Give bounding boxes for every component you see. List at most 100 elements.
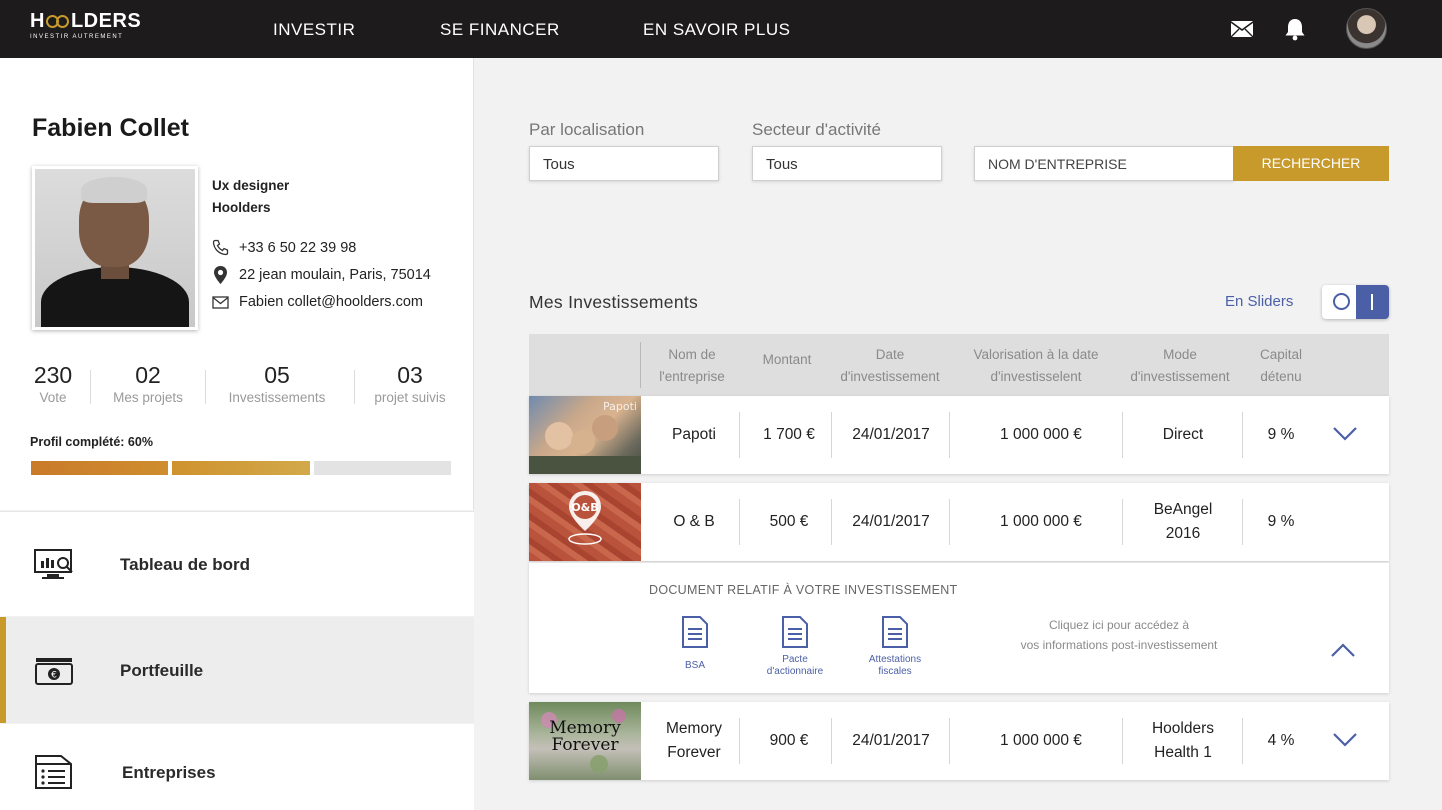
post-investment-info-link[interactable]: Cliquez ici pour accédez à vos informati…: [969, 615, 1269, 655]
chevron-up-icon[interactable]: [1329, 639, 1357, 661]
stat-label: Mes projets: [113, 390, 183, 405]
progress-segment: [313, 461, 451, 475]
menu-label-companies: Entreprises: [122, 763, 216, 782]
nav-en-savoir-plus[interactable]: EN SAVOIR PLUS: [643, 20, 790, 40]
col-valuation-line: Valorisation à la date: [973, 347, 1099, 362]
thumbnail-caption: O&B: [571, 501, 598, 514]
progress-segment: [31, 461, 169, 475]
table-row[interactable]: Memory Forever Memory Forever 900 € 24/01…: [529, 702, 1389, 780]
col-capital-line: détenu: [1260, 369, 1302, 384]
chevron-down-icon[interactable]: [1331, 729, 1359, 751]
location-select[interactable]: Tous: [529, 146, 719, 181]
progress-segment: [172, 461, 310, 475]
col-amount: Montant: [751, 349, 823, 371]
stat-investments[interactable]: 05 Investissements: [216, 362, 338, 405]
email-icon: [212, 295, 229, 309]
col-date-line: d'investissement: [840, 369, 940, 384]
cell-name-text: Memory: [666, 720, 722, 737]
profile-role: Ux designer: [212, 178, 290, 193]
toggle-off-icon: [1333, 293, 1350, 310]
cell-capital: 4 %: [1267, 732, 1295, 749]
cell-mode-text: Direct: [1162, 426, 1204, 443]
document-icon: [682, 616, 708, 648]
sector-select[interactable]: Tous: [752, 146, 942, 181]
stat-projects[interactable]: 02 Mes projets: [102, 362, 194, 405]
document-label: d'actionnaire: [766, 666, 824, 677]
cell-mode-text: BeAngel: [1153, 501, 1213, 518]
logo-text-end: LDERS: [70, 10, 142, 32]
info-line: Cliquez ici pour accédez à: [1048, 618, 1190, 632]
col-name: Nom de l'entreprise: [642, 344, 742, 388]
col-date-line: Date: [875, 347, 905, 362]
svg-text:€: €: [51, 671, 57, 681]
nav-se-financer[interactable]: SE FINANCER: [440, 20, 560, 40]
cell-mode: Direct: [1122, 396, 1244, 474]
col-mode: Mode d'investissement: [1125, 344, 1235, 388]
search-button[interactable]: RECHERCHER: [1233, 146, 1389, 181]
cell-name: O & B: [641, 483, 747, 561]
menu-item-portfolio[interactable]: € Portfeuille: [0, 617, 474, 723]
stat-value: 05: [264, 362, 290, 388]
profile-name: Fabien Collet: [32, 114, 189, 142]
menu-item-companies[interactable]: Entreprises: [0, 724, 474, 810]
toggle-on-icon: [1356, 285, 1389, 319]
stat-value: 03: [397, 362, 423, 388]
dashboard-icon: [34, 549, 73, 579]
col-name-line: Nom de: [668, 347, 716, 362]
menu-label-portfolio: Portfeuille: [120, 661, 204, 680]
stat-label: projet suivis: [374, 390, 446, 405]
col-name-line: l'entreprise: [659, 369, 725, 384]
stat-value: 230: [33, 362, 73, 388]
stat-followed[interactable]: 03 projet suivis: [360, 362, 460, 405]
cell-mode: BeAngel 2016: [1122, 483, 1244, 561]
location-filter-label: Par localisation: [529, 120, 645, 139]
cell-name: Papoti: [641, 396, 747, 474]
col-capital: Capital détenu: [1245, 344, 1317, 388]
cell-divider: [739, 718, 740, 764]
hoolders-logo[interactable]: H LDERS INVESTIR AUTREMENT: [30, 11, 141, 40]
document-label: fiscales: [878, 666, 912, 677]
document-pacte[interactable]: Pacte d'actionnaire: [755, 615, 835, 678]
stat-vote: 230 Vote: [20, 362, 86, 405]
chevron-down-icon[interactable]: [1331, 423, 1359, 445]
document-label: Attestations: [868, 654, 922, 665]
profile-phone-text: +33 6 50 22 39 98: [239, 239, 357, 256]
profile-phone: +33 6 50 22 39 98: [212, 239, 356, 256]
menu-item-dashboard[interactable]: Tableau de bord: [0, 511, 474, 616]
info-line: vos informations post-investissement: [1020, 638, 1218, 652]
col-date: Date d'investissement: [831, 344, 949, 388]
user-avatar[interactable]: [1346, 8, 1387, 49]
profile-progress-bar: [31, 461, 451, 475]
document-bsa[interactable]: BSA: [669, 615, 721, 672]
company-search-input[interactable]: NOM D'ENTREPRISE: [974, 146, 1234, 181]
profile-company: Hoolders: [212, 200, 271, 215]
sliders-view-link[interactable]: En Sliders: [1225, 293, 1293, 310]
investments-title: Mes Investissements: [529, 292, 699, 312]
stat-divider: [354, 370, 355, 404]
profile-address-text: 22 jean moulain, Paris, 75014: [239, 267, 431, 283]
cell-amount: 1 700 €: [763, 426, 815, 443]
document-icon: [782, 616, 808, 648]
profile-stats: 230 Vote 02 Mes projets 05 Investissemen…: [20, 362, 460, 410]
cell-name: Memory Forever: [641, 702, 747, 780]
logo-text-start: H: [30, 10, 45, 32]
table-row[interactable]: Papoti Papoti 1 700 € 24/01/2017 1 000 0…: [529, 396, 1389, 474]
investment-documents-panel: DOCUMENT RELATIF À VOTRE INVESTISSEMENT …: [529, 562, 1389, 693]
cell-amount: 900 €: [769, 732, 809, 749]
menu-label-dashboard: Tableau de bord: [120, 555, 251, 574]
table-row[interactable]: O&B O & B 500 € 24/01/2017 1 000 000 € B…: [529, 483, 1389, 561]
profile-photo: [32, 166, 198, 330]
phone-icon: [212, 239, 229, 256]
view-toggle[interactable]: [1322, 285, 1389, 319]
document-attestations[interactable]: Attestations fiscales: [855, 615, 935, 678]
cell-name-text: O & B: [673, 513, 715, 530]
mail-icon[interactable]: [1230, 20, 1254, 42]
col-mode-line: d'investissement: [1130, 369, 1230, 384]
company-thumbnail: O&B: [529, 483, 641, 561]
col-capital-line: Capital: [1259, 347, 1303, 362]
logo-tagline: INVESTIR AUTREMENT: [30, 34, 124, 40]
nav-investir[interactable]: INVESTIR: [273, 20, 355, 40]
profile-email: Fabien collet@hoolders.com: [212, 294, 423, 310]
bell-icon[interactable]: [1284, 17, 1306, 45]
cell-valuation: 1 000 000 €: [1000, 732, 1082, 749]
